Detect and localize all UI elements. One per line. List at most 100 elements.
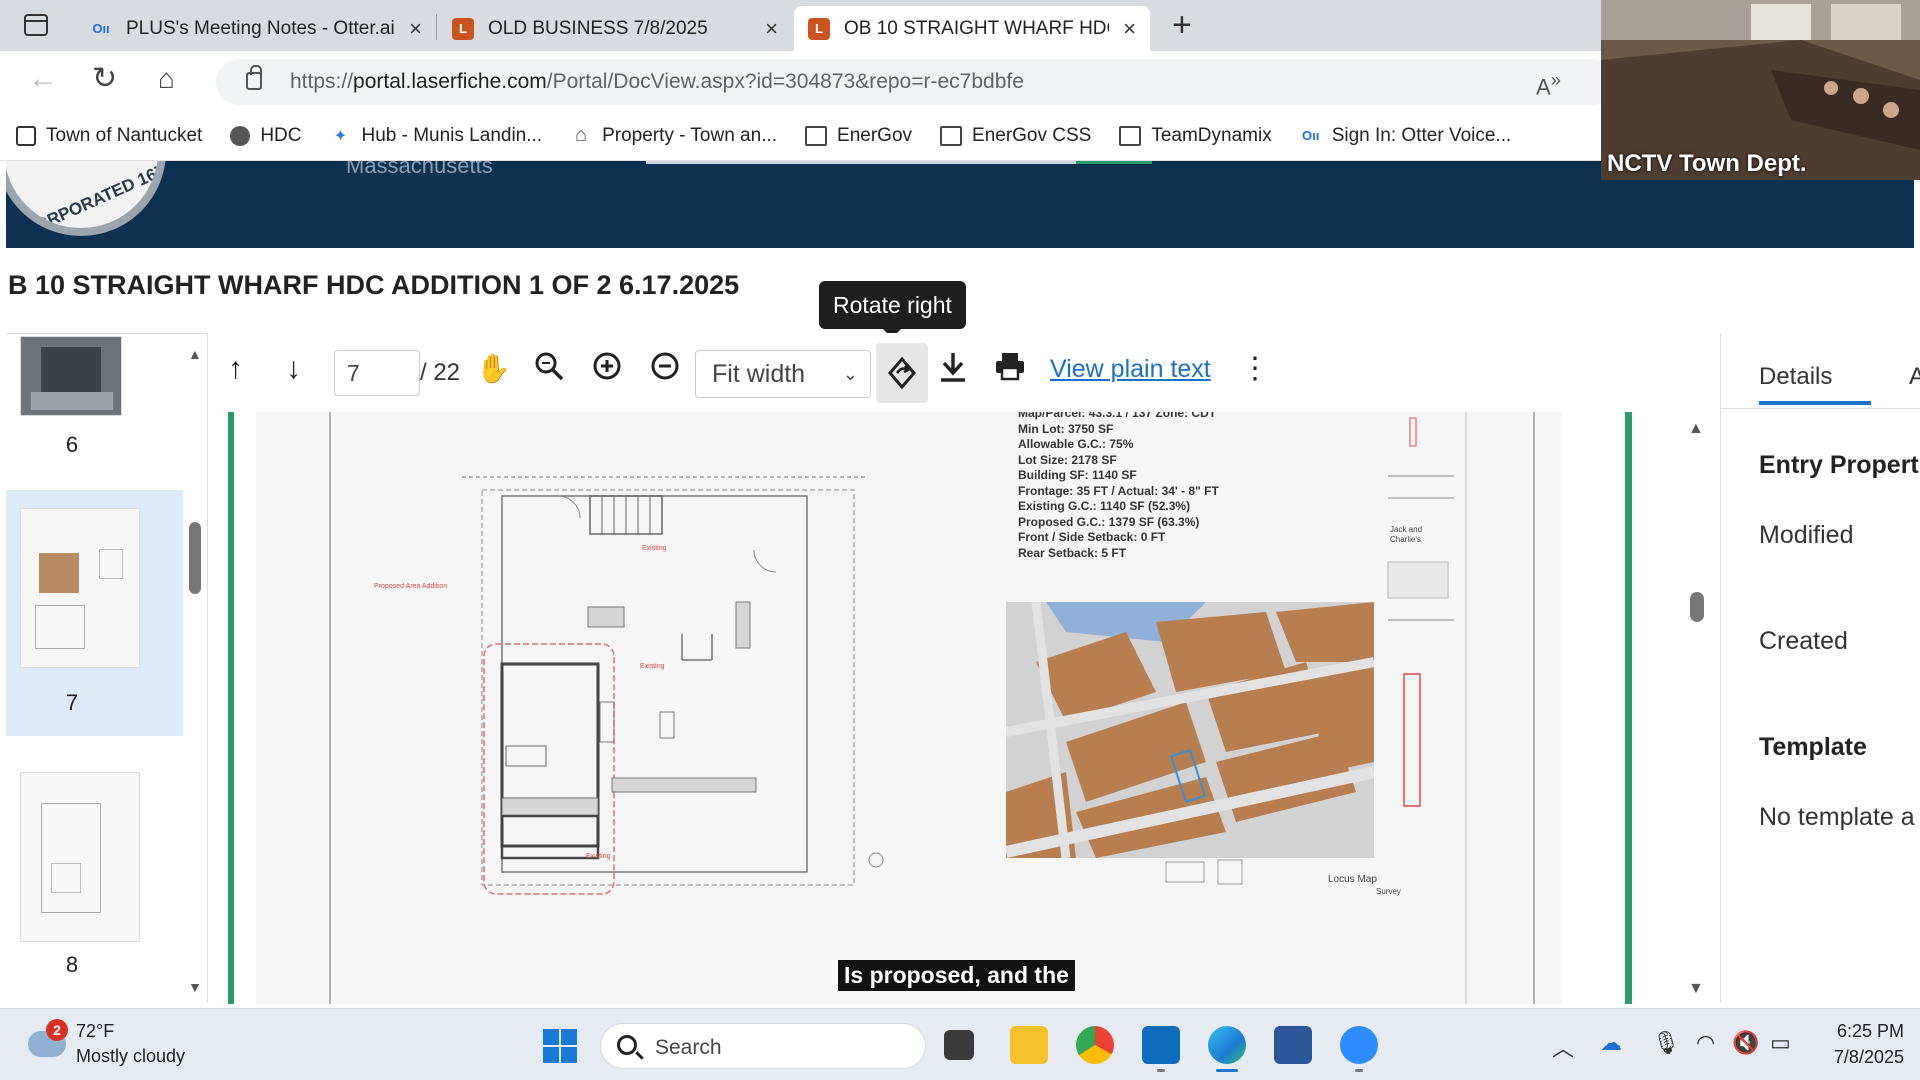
header-search-edge bbox=[646, 161, 1136, 164]
page-number-input[interactable]: 7 bbox=[334, 350, 420, 396]
bookmark-label: EnerGov CSS bbox=[972, 124, 1092, 146]
thumbnail-scrollbar[interactable] bbox=[189, 522, 201, 594]
bookmark-munis[interactable]: ✦ Hub - Munis Landin... bbox=[329, 125, 542, 147]
tab-actions-icon[interactable] bbox=[24, 14, 48, 36]
zoning-notes: Map/Parcel: 43.3.1 / 137 Zone: CDT Min L… bbox=[1018, 412, 1219, 561]
new-tab-button[interactable]: + bbox=[1172, 8, 1192, 42]
folder-icon bbox=[940, 125, 963, 146]
divider bbox=[1721, 408, 1920, 409]
modified-label: Modified bbox=[1759, 521, 1854, 549]
bookmark-label: TeamDynamix bbox=[1151, 124, 1272, 146]
url-text[interactable]: https://portal.laserfiche.com/Portal/Doc… bbox=[290, 70, 1024, 94]
bookmark-label: EnerGov bbox=[837, 124, 913, 146]
rotate-right-tooltip: Rotate right bbox=[819, 281, 966, 338]
tab-otter[interactable]: Oıı PLUS's Meeting Notes - Otter.ai × bbox=[76, 6, 436, 51]
reload-icon[interactable]: ↻ bbox=[92, 63, 117, 95]
previous-page-icon[interactable]: ↑ bbox=[228, 351, 243, 387]
close-icon[interactable]: × bbox=[765, 16, 778, 42]
chrome-icon[interactable] bbox=[1076, 1026, 1114, 1064]
scroll-up-icon[interactable]: ▲ bbox=[1688, 420, 1704, 438]
svg-text:Existing: Existing bbox=[642, 545, 667, 552]
bookmark-label: Sign In: Otter Voice... bbox=[1331, 124, 1512, 146]
page-total: / 22 bbox=[420, 359, 461, 386]
read-aloud-icon[interactable]: A» bbox=[1536, 69, 1561, 100]
zoom-mode-select[interactable]: Fit width ⌄ bbox=[695, 350, 871, 398]
zoom-icon[interactable] bbox=[1340, 1026, 1378, 1064]
pan-hand-icon[interactable]: ✋ bbox=[476, 351, 511, 387]
outlook-icon[interactable] bbox=[1142, 1026, 1180, 1064]
tab-details[interactable]: Details bbox=[1759, 363, 1832, 391]
document-viewer[interactable]: Proposed Area Addition Existing Existing… bbox=[228, 412, 1632, 1004]
tab-title: OLD BUSINESS 7/8/2025 bbox=[488, 17, 708, 39]
lock-icon[interactable] bbox=[246, 65, 262, 90]
home-icon[interactable]: ⌂ bbox=[158, 63, 175, 95]
bookmark-otter-signin[interactable]: Oıı Sign In: Otter Voice... bbox=[1300, 124, 1512, 147]
tab-active-document[interactable]: L OB 10 STRAIGHT WHARF HDC AD × bbox=[794, 6, 1150, 51]
bookmark-label: Hub - Munis Landin... bbox=[361, 124, 543, 146]
zoning-note-line: Lot Size: 2178 SF bbox=[1018, 452, 1117, 467]
svg-text:Proposed Area Addition: Proposed Area Addition bbox=[374, 583, 447, 590]
tab-title: OB 10 STRAIGHT WHARF HDC AD bbox=[844, 17, 1109, 39]
edge-icon[interactable] bbox=[1208, 1026, 1246, 1064]
thumbnail-page-8[interactable]: 8 bbox=[6, 752, 183, 992]
battery-icon[interactable]: ▭ bbox=[1770, 1030, 1791, 1056]
word-icon[interactable] bbox=[1274, 1026, 1312, 1064]
next-page-icon[interactable]: ↓ bbox=[286, 351, 301, 387]
bookmark-town-of-nantucket[interactable]: Town of Nantucket bbox=[16, 125, 202, 147]
scroll-up-icon[interactable]: ▲ bbox=[188, 346, 202, 362]
bookmark-energov[interactable]: EnerGov bbox=[805, 125, 912, 147]
bookmark-property[interactable]: ⌂ Property - Town an... bbox=[570, 124, 777, 147]
taskbar-search[interactable]: Search bbox=[600, 1023, 926, 1069]
created-label: Created bbox=[1759, 627, 1848, 655]
zoom-region-icon[interactable] bbox=[534, 351, 564, 390]
onedrive-icon[interactable]: ☁ bbox=[1600, 1030, 1622, 1056]
bookmark-energov-css[interactable]: EnerGov CSS bbox=[940, 125, 1091, 147]
bookmark-teamdynamix[interactable]: TeamDynamix bbox=[1119, 124, 1272, 147]
clock-time[interactable]: 6:25 PM bbox=[1804, 1021, 1904, 1042]
active-indicator bbox=[1216, 1069, 1238, 1072]
task-view-icon[interactable] bbox=[944, 1030, 974, 1060]
chevron-up-icon[interactable]: ︿ bbox=[1552, 1031, 1574, 1063]
wifi-icon[interactable]: ◠ bbox=[1696, 1030, 1715, 1056]
download-icon[interactable] bbox=[938, 351, 968, 392]
weather-temperature: 72°F bbox=[76, 1021, 115, 1041]
clock-date[interactable]: 7/8/2025 bbox=[1804, 1047, 1904, 1068]
thumbnail-page-6[interactable]: 6 bbox=[6, 334, 183, 474]
back-icon[interactable]: ← bbox=[28, 63, 58, 95]
thumbnail-image bbox=[20, 772, 140, 942]
close-icon[interactable]: × bbox=[1123, 16, 1136, 42]
scroll-down-icon[interactable]: ▼ bbox=[1688, 980, 1704, 998]
rotate-right-button[interactable] bbox=[876, 343, 928, 403]
bookmark-label: Town of Nantucket bbox=[46, 124, 203, 146]
tab-old-business[interactable]: L OLD BUSINESS 7/8/2025 × bbox=[438, 6, 792, 51]
thumbnail-page-7[interactable]: 7 bbox=[6, 490, 183, 736]
zoning-note-line: Map/Parcel: 43.3.1 / 137 Zone: CDT bbox=[1018, 412, 1217, 420]
viewer-scrollbar[interactable] bbox=[1690, 592, 1704, 622]
thumbnail-page-number: 7 bbox=[65, 690, 79, 715]
start-button[interactable] bbox=[543, 1029, 577, 1063]
header-accent-bar bbox=[1076, 161, 1152, 164]
close-icon[interactable]: × bbox=[409, 16, 422, 42]
bookmark-hdc[interactable]: HDC bbox=[230, 125, 301, 147]
zoom-out-icon[interactable] bbox=[650, 351, 680, 390]
microphone-icon[interactable]: 🎙 bbox=[1652, 1030, 1680, 1056]
entry-properties-heading: Entry Propert bbox=[1759, 451, 1919, 479]
thumbnail-panel: 6 7 8 ▲ ▼ bbox=[6, 333, 208, 1003]
file-explorer-icon[interactable] bbox=[1010, 1026, 1048, 1064]
speaker-muted-icon[interactable]: 🔇 bbox=[1732, 1030, 1759, 1056]
zoning-note-line: Rear Setback: 5 FT bbox=[1018, 545, 1127, 560]
template-heading: Template bbox=[1759, 733, 1867, 761]
address-bar[interactable]: https://portal.laserfiche.com/Portal/Doc… bbox=[216, 59, 1616, 105]
locus-aerial-map bbox=[1006, 602, 1374, 858]
view-plain-text-link[interactable]: View plain text bbox=[1050, 355, 1211, 384]
weather-description: Mostly cloudy bbox=[76, 1046, 186, 1066]
page-border-left bbox=[228, 412, 234, 1004]
search-placeholder: Search bbox=[655, 1036, 722, 1059]
more-options-icon[interactable]: ⋮ bbox=[1240, 351, 1270, 386]
zoom-in-icon[interactable] bbox=[592, 351, 622, 390]
tab-annotations[interactable]: A bbox=[1909, 363, 1920, 391]
viewer-toolbar: ↑ ↓ 7 / 22 ✋ Fit width ⌄ View plain text… bbox=[210, 333, 1718, 411]
print-icon[interactable] bbox=[994, 351, 1026, 390]
zoom-video-feed[interactable]: NCTV Town Dept. bbox=[1601, 0, 1920, 180]
scroll-down-icon[interactable]: ▼ bbox=[188, 979, 202, 995]
